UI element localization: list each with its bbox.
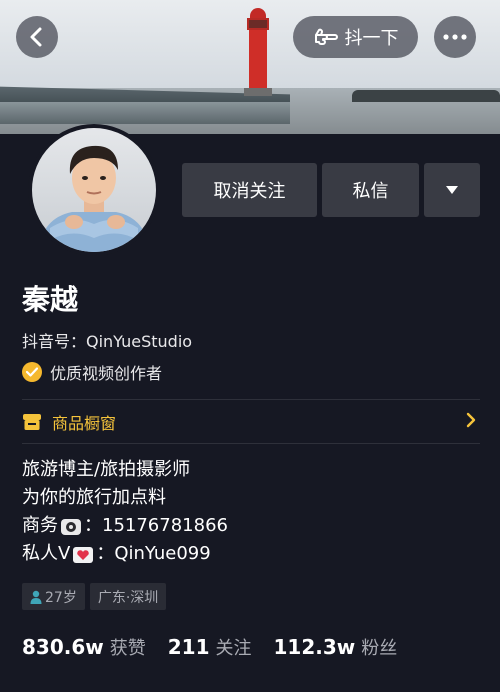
message-label: 私信 (352, 181, 389, 202)
verified-creator-badge[interactable]: 优质视频创作者 (22, 360, 162, 384)
profile-tags: 27岁 广东·深圳 (22, 583, 167, 610)
person-icon (30, 590, 42, 604)
divider (22, 399, 480, 400)
following-count[interactable]: 211 (168, 635, 210, 659)
bio-business-prefix: 商务 (22, 515, 58, 536)
pointing-hand-icon (314, 28, 338, 45)
bio-line: 为你的旅行加点料 (22, 487, 166, 508)
following-label[interactable]: 关注 (216, 634, 252, 660)
bio-line-wechat: 私人V ：QinYue099 (22, 540, 228, 568)
location-label: 广东·深圳 (97, 589, 159, 606)
location-tag: 广东·深圳 (89, 583, 167, 610)
triangle-down-icon (446, 186, 458, 194)
heart-letter-emoji-icon (72, 545, 94, 563)
cover-breakwater (352, 90, 500, 102)
bio-wechat-prefix: 私人V (22, 543, 71, 564)
profile-stats: 830.6w 获赞 211 关注 112.3w 粉丝 (22, 634, 419, 660)
profile-bio: 旅游博主/旅拍摄影师 为你的旅行加点料 商务 ：15176781866 私人V … (22, 456, 228, 568)
bio-wechat-value: ：QinYue099 (96, 543, 211, 564)
bio-line-business: 商务 ：15176781866 (22, 512, 228, 540)
shake-button[interactable]: 抖一下 (293, 16, 418, 58)
storefront-icon (23, 414, 41, 430)
bio-business-value: ：15176781866 (84, 515, 228, 536)
ellipsis-icon (443, 34, 467, 40)
age-label: 27岁 (45, 589, 77, 606)
likes-count: 830.6w (22, 635, 104, 659)
back-button[interactable] (16, 16, 58, 58)
avatar[interactable] (28, 124, 160, 256)
profile-cover-image (0, 0, 500, 134)
bio-line: 旅游博主/旅拍摄影师 (22, 459, 191, 480)
followers-count[interactable]: 112.3w (274, 635, 356, 659)
chevron-right-icon (466, 412, 476, 428)
unfollow-button[interactable]: 取消关注 (182, 163, 317, 217)
cover-lighthouse (244, 8, 272, 96)
unfollow-label: 取消关注 (213, 181, 286, 202)
cover-pier-lower (0, 102, 290, 124)
more-options-button[interactable] (434, 16, 476, 58)
likes-label: 获赞 (109, 638, 146, 659)
age-tag: 27岁 (22, 583, 85, 610)
shake-label: 抖一下 (344, 28, 399, 49)
verified-label: 优质视频创作者 (50, 364, 163, 383)
avatar-photo (32, 128, 156, 252)
douyin-id[interactable]: 抖音号：QinYueStudio (22, 328, 192, 352)
profile-name: 秦越 (22, 283, 79, 316)
message-button[interactable]: 私信 (322, 163, 419, 217)
followers-label[interactable]: 粉丝 (361, 634, 397, 660)
divider (22, 443, 480, 444)
telephone-emoji-icon (60, 517, 82, 535)
recommend-dropdown-button[interactable] (424, 163, 480, 217)
checkmark-badge-icon (22, 362, 42, 382)
chevron-left-icon (30, 27, 42, 47)
shop-window-row[interactable]: 商品橱窗 (22, 402, 480, 442)
shop-window-label: 商品橱窗 (52, 414, 117, 433)
